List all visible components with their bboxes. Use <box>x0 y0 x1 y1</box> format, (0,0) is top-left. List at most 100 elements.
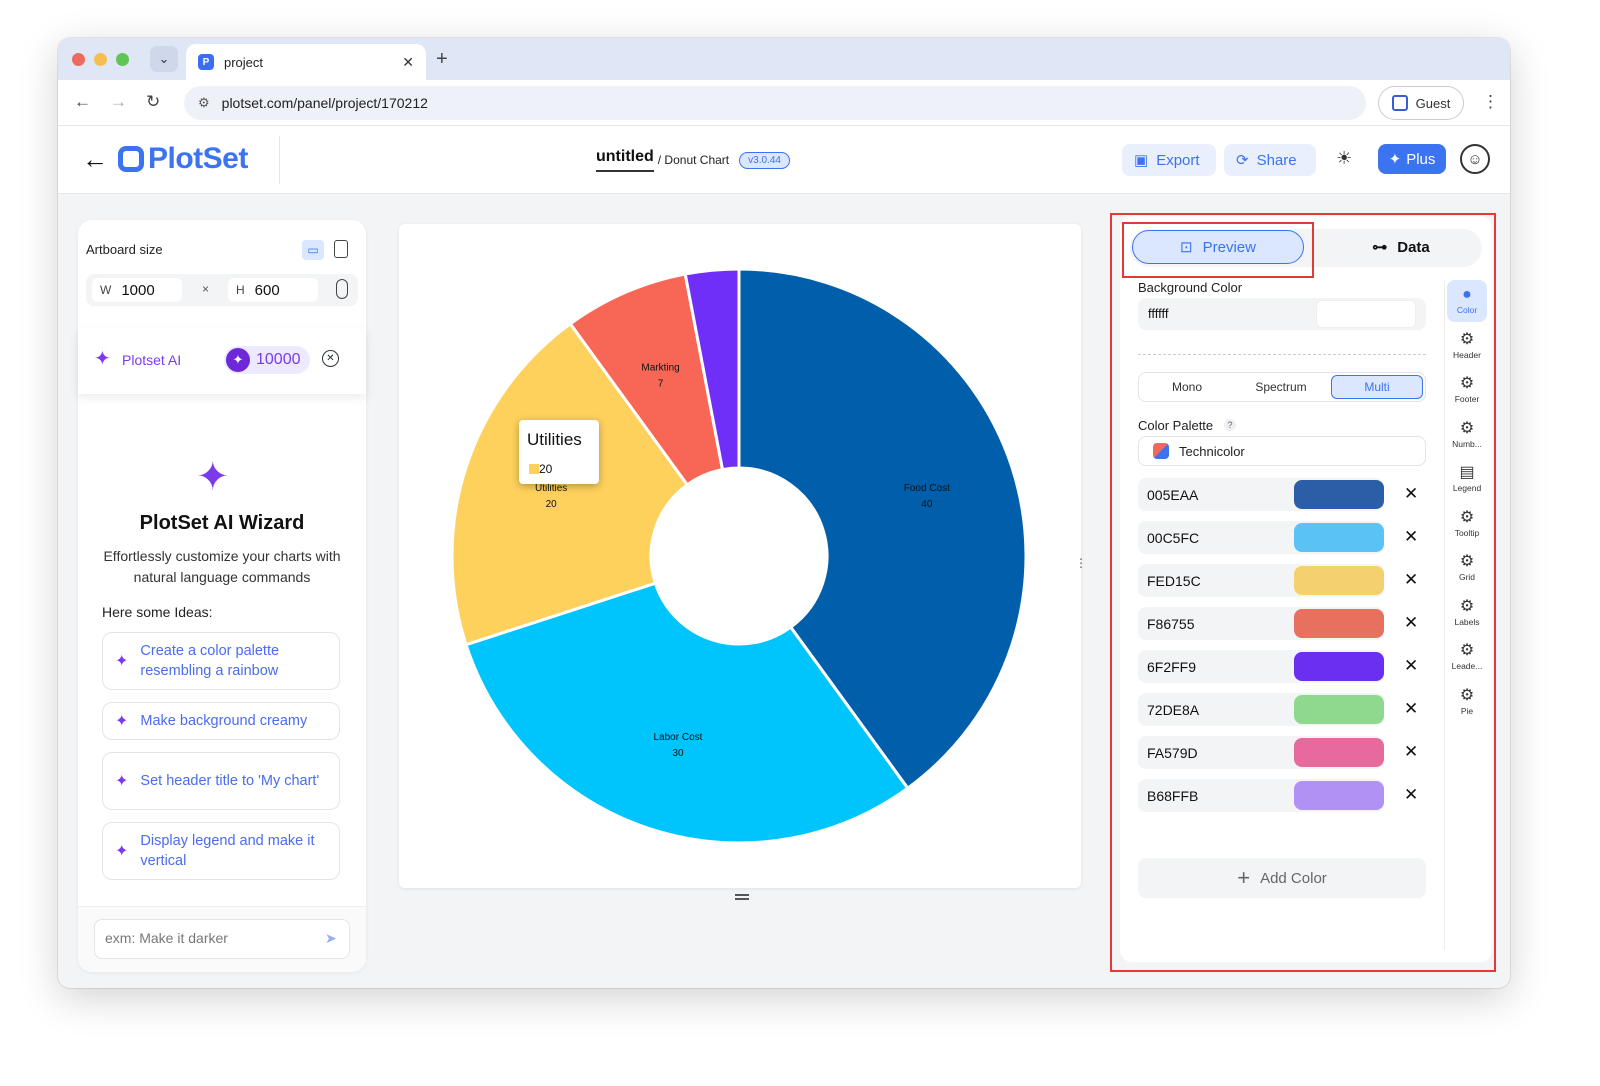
height-field[interactable]: H 600 <box>228 278 318 302</box>
highlight-box <box>1110 213 1496 972</box>
address-bar[interactable]: ⚙ plotset.com/panel/project/170212 <box>184 86 1366 120</box>
sparkle-icon: ✦ <box>1388 151 1402 168</box>
sparkle-icon: ✦ <box>115 843 129 860</box>
resize-handle-right[interactable]: ⋮ <box>1075 556 1087 570</box>
width-label: W <box>100 283 112 297</box>
browser-menu-icon[interactable]: ⋮ <box>1482 92 1499 112</box>
slice-value-label: 7 <box>658 379 664 390</box>
plotset-favicon-icon: P <box>198 54 214 70</box>
wizard-title: PlotSet AI Wizard <box>139 512 305 534</box>
desktop-icon[interactable]: ▭ <box>302 240 324 260</box>
close-tab-icon[interactable]: ✕ <box>402 54 414 71</box>
idea-text: Make background creamy <box>140 713 308 729</box>
logo-mark-icon <box>118 146 144 172</box>
credits-value: 10000 <box>256 351 301 368</box>
ai-card: ✦ Plotset AI ✦ 10000 ✕ <box>78 328 366 394</box>
donut-chart: Food Cost 40 Labor Cost 30 Utilities 20 Markti… <box>450 267 1028 845</box>
idea-button[interactable]: ✦ Create a color palette resembling a ra… <box>102 632 340 690</box>
share-button[interactable]: ⟳ Share <box>1224 144 1316 176</box>
idea-text: Create a color palette resembling a rain… <box>140 643 280 679</box>
ai-name: Plotset AI <box>122 352 182 368</box>
prompt-box: ➤ <box>94 919 350 959</box>
wizard-sparkle-icon: ✦ <box>196 455 230 499</box>
slice-label: Utilities <box>535 483 567 494</box>
document-title[interactable]: untitled <box>596 148 654 172</box>
maximize-window-button[interactable] <box>116 53 129 66</box>
idea-button[interactable]: ✦ Set header title to 'My chart' <box>102 752 340 810</box>
slice-value-label: 30 <box>672 748 684 759</box>
times-sign: × <box>202 282 210 296</box>
idea-text: Set header title to 'My chart' <box>140 773 320 789</box>
url-text: plotset.com/panel/project/170212 <box>221 95 428 111</box>
back-icon[interactable]: ← <box>74 92 91 112</box>
idea-button[interactable]: ✦ Display legend and make it vertical <box>102 822 340 880</box>
idea-text: Display legend and make it vertical <box>140 833 315 869</box>
back-arrow-icon[interactable]: ← <box>82 144 108 175</box>
site-settings-icon[interactable]: ⚙ <box>198 95 210 111</box>
chart-tooltip: Utilities 20 <box>519 420 599 484</box>
chevron-down-icon: ⌄ <box>158 51 170 66</box>
browser-window: ⌄ P project ✕ + ← → ↻ ⚙ plotset.com/pane… <box>58 38 1510 988</box>
highlight-box-preview <box>1122 222 1314 278</box>
guest-label: Guest <box>1415 95 1451 111</box>
sparkle-icon: ✦ <box>115 713 129 730</box>
slice-value-label: 40 <box>921 499 933 510</box>
new-tab-button[interactable]: + <box>436 48 448 71</box>
send-icon[interactable]: ➤ <box>325 930 337 947</box>
image-icon: ▣ <box>1134 152 1149 169</box>
plus-button[interactable]: ✦ Plus <box>1378 144 1446 174</box>
close-window-button[interactable] <box>72 53 85 66</box>
tab-title: project <box>224 54 264 70</box>
mobile-icon[interactable] <box>334 240 348 258</box>
version-badge: v3.0.44 <box>739 151 790 169</box>
chart-type-label: / Donut Chart <box>657 153 730 167</box>
document-title-area: untitled / Donut Chart v3.0.44 <box>596 148 790 172</box>
reload-icon[interactable]: ↻ <box>146 92 160 112</box>
credits-badge: ✦ 10000 <box>224 346 310 374</box>
plotset-logo[interactable]: PlotSet <box>118 142 248 176</box>
prompt-input[interactable] <box>105 930 315 946</box>
minimize-window-button[interactable] <box>94 53 107 66</box>
divider <box>279 136 280 184</box>
resize-handle-bottom[interactable] <box>735 894 749 900</box>
left-panel: Artboard size ▭ W 1000 × H 600 ✦ Plotset… <box>78 220 366 972</box>
tooltip-swatch <box>529 464 539 474</box>
address-toolbar: ← → ↻ ⚙ plotset.com/panel/project/170212… <box>58 80 1510 126</box>
width-field[interactable]: W 1000 <box>92 278 182 302</box>
export-button[interactable]: ▣ Export <box>1122 144 1216 176</box>
chart-canvas: Food Cost 40 Labor Cost 30 Utilities 20 Markti… <box>399 224 1087 900</box>
app-header: ← PlotSet untitled / Donut Chart v3.0.44… <box>58 126 1510 194</box>
forward-icon[interactable]: → <box>110 92 127 112</box>
idea-button[interactable]: ✦ Make background creamy <box>102 702 340 740</box>
prompt-area: ➤ <box>78 906 366 972</box>
wizard-description: Effortlessly customize your charts with … <box>103 548 341 585</box>
theme-toggle-sun-icon[interactable]: ☀ <box>1336 148 1352 169</box>
guest-profile-button[interactable]: Guest <box>1378 86 1464 120</box>
sparkle-icon: ✦ <box>115 653 129 670</box>
ai-sparkle-icon: ✦ <box>94 348 111 370</box>
width-value: 1000 <box>121 281 155 299</box>
account-avatar-icon[interactable]: ☺ <box>1460 144 1490 174</box>
slice-label: Markting <box>641 363 679 374</box>
credit-icon: ✦ <box>226 348 250 372</box>
height-value: 600 <box>254 281 280 299</box>
tooltip-title: Utilities <box>527 430 582 449</box>
aspect-lock-icon[interactable] <box>336 279 348 299</box>
ideas-label: Here some Ideas: <box>102 604 213 620</box>
artboard-size-label: Artboard size <box>86 242 163 257</box>
plus-label: Plus <box>1406 150 1436 168</box>
browser-tab[interactable]: P project ✕ <box>186 44 426 80</box>
close-ai-icon[interactable]: ✕ <box>322 350 339 367</box>
share-label: Share <box>1256 151 1297 169</box>
export-label: Export <box>1156 151 1200 169</box>
slice-value-label: 20 <box>546 499 558 510</box>
tooltip-value: 20 <box>539 462 553 476</box>
profile-icon <box>1391 95 1408 111</box>
tab-strip: ⌄ P project ✕ + <box>58 38 1510 80</box>
slice-label: Labor Cost <box>654 732 703 743</box>
slice-label: Food Cost <box>904 483 950 494</box>
artboard-size-bar: W 1000 × H 600 <box>86 274 358 306</box>
share-icon: ⟳ <box>1236 152 1249 169</box>
sparkle-icon: ✦ <box>115 773 129 790</box>
tab-search-button[interactable]: ⌄ <box>150 46 178 72</box>
